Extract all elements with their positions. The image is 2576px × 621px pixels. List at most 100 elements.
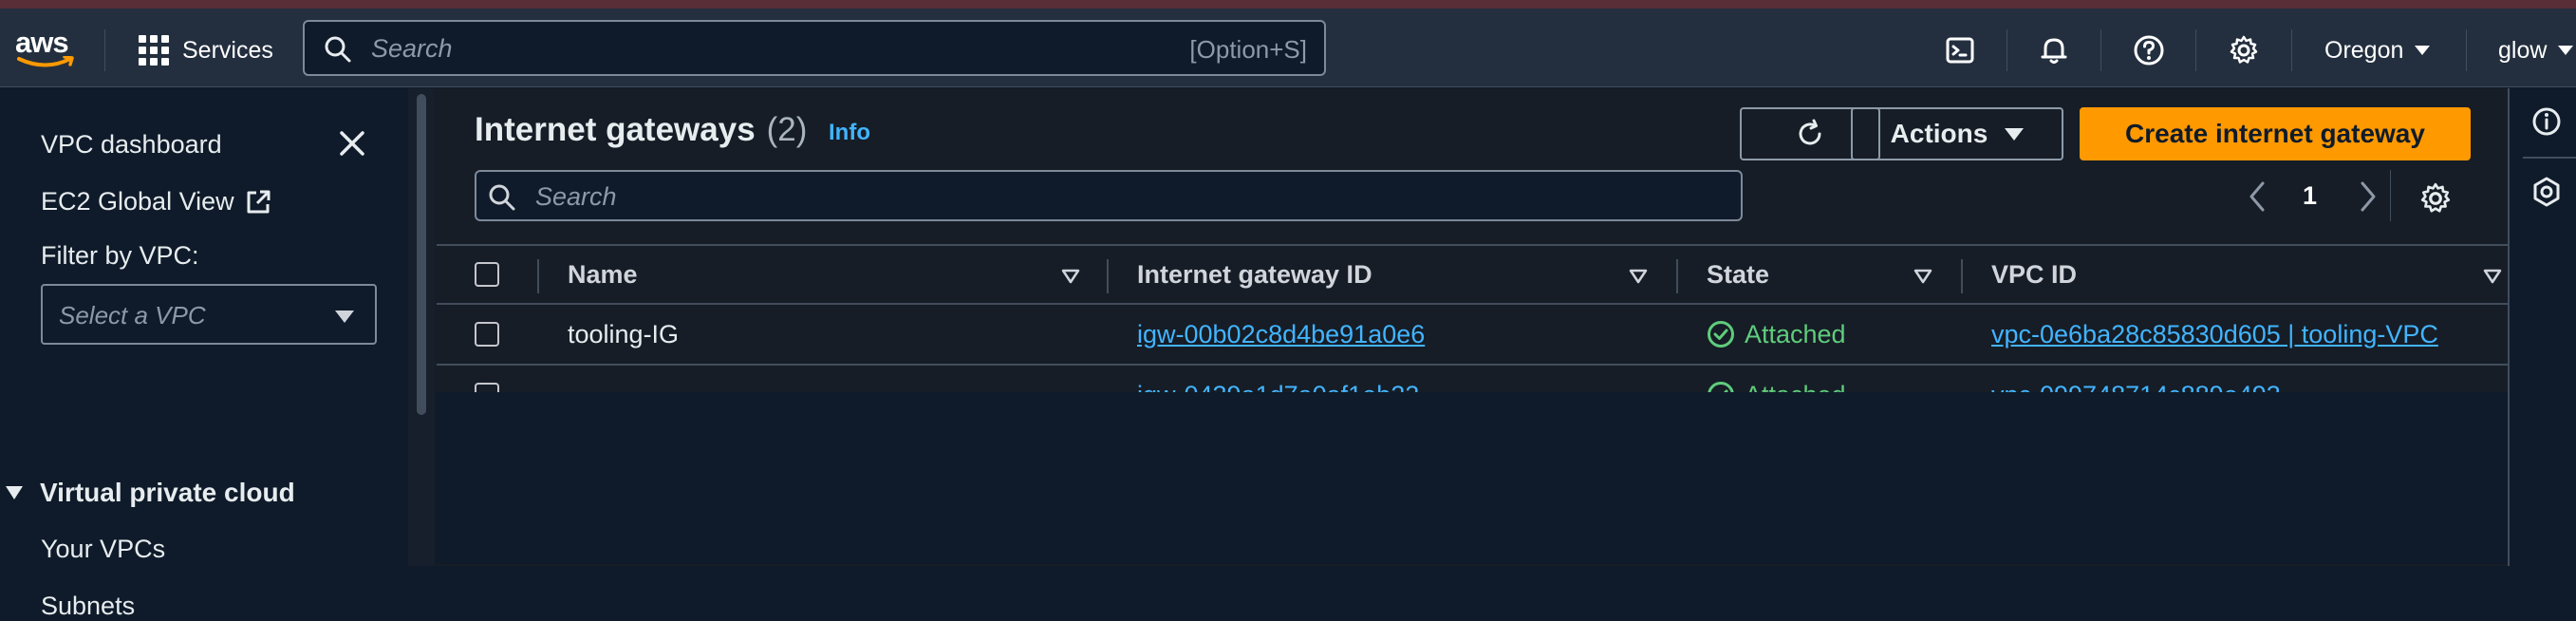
sidebar-scrollbar[interactable]	[408, 88, 435, 566]
next-page-button[interactable]	[2357, 176, 2380, 217]
gateway-name: tooling-IG	[568, 319, 680, 348]
actions-label: Actions	[1890, 119, 1988, 148]
table-preferences-button[interactable]	[2418, 178, 2453, 219]
column-header-state[interactable]: State	[1707, 246, 1769, 303]
search-icon	[325, 36, 351, 63]
sort-icon[interactable]	[1913, 269, 1932, 284]
success-check-icon	[1708, 321, 1734, 348]
caret-down-icon	[335, 310, 354, 323]
caret-down-icon	[6, 486, 23, 499]
cloudshell-button[interactable]	[1943, 33, 1977, 67]
region-selector[interactable]: Oregon	[2324, 29, 2431, 71]
table-empty-area	[435, 392, 2508, 564]
cloudshell-icon	[1946, 37, 1974, 64]
sort-icon[interactable]	[1629, 269, 1648, 284]
help-button[interactable]	[2132, 33, 2166, 67]
sort-icon[interactable]	[1061, 269, 1080, 284]
caret-down-icon	[2558, 46, 2574, 55]
previous-page-button[interactable]	[2246, 176, 2268, 217]
filter-by-vpc-label: Filter by VPC:	[41, 241, 199, 270]
sidebar-item-label: Subnets	[41, 592, 136, 620]
column-divider[interactable]	[1961, 259, 1963, 293]
current-page-number[interactable]: 1	[2303, 181, 2317, 211]
bell-icon	[2041, 38, 2067, 64]
table-row[interactable]: tooling-IG igw-00b02c8d4be91a0e6 Attache…	[437, 305, 2508, 366]
gear-icon	[2420, 182, 2451, 213]
side-navigation: VPC dashboard EC2 Global View Filter by …	[0, 88, 408, 620]
nav-divider	[2100, 29, 2101, 71]
column-divider[interactable]	[1676, 259, 1678, 293]
settings-button[interactable]	[2227, 33, 2261, 67]
sidebar-item-your-vpcs[interactable]: Your VPCs	[41, 535, 165, 564]
column-header-gateway-id[interactable]: Internet gateway ID	[1137, 246, 1372, 303]
external-link-icon	[247, 190, 271, 213]
section-label: Virtual private cloud	[40, 478, 295, 507]
grid-icon	[139, 35, 169, 66]
search-icon	[489, 184, 515, 211]
sidebar-item-label: Your VPCs	[41, 535, 166, 563]
vpc-dashboard-link[interactable]: VPC dashboard	[41, 130, 222, 160]
services-menu-button[interactable]: Services	[139, 29, 273, 71]
state-label: Attached	[1745, 319, 1846, 348]
create-internet-gateway-button[interactable]: Create internet gateway	[2080, 107, 2471, 160]
vpc-filter-select[interactable]: Select a VPC	[41, 284, 377, 345]
gateway-id-link[interactable]: igw-00b02c8d4be91a0e6	[1137, 305, 1425, 364]
column-divider	[537, 259, 539, 293]
pager-divider	[2390, 170, 2391, 221]
nav-divider	[2466, 29, 2467, 71]
vpc-filter-placeholder: Select a VPC	[59, 301, 206, 329]
account-menu[interactable]: glow	[2498, 29, 2574, 71]
actions-dropdown-button[interactable]: Actions	[1851, 107, 2063, 160]
aws-logo[interactable]: aws	[15, 26, 78, 73]
virtual-private-cloud-section[interactable]: Virtual private cloud	[6, 478, 295, 508]
refresh-icon	[1799, 119, 1821, 145]
account-label: glow	[2498, 36, 2548, 64]
column-header-name[interactable]: Name	[568, 246, 638, 303]
info-panel-icon[interactable]	[2530, 105, 2563, 138]
sidebar-item-subnets[interactable]: Subnets	[41, 592, 135, 621]
sort-icon[interactable]	[2483, 269, 2502, 284]
select-all-checkbox-cell	[475, 246, 499, 303]
top-navigation-bar: aws Services [Option+S]	[0, 9, 2576, 87]
table-search-box[interactable]	[475, 170, 1743, 221]
state-cell: Attached	[1707, 305, 1846, 364]
chevron-left-icon	[2249, 181, 2265, 212]
aws-smile-icon	[17, 56, 74, 67]
info-link[interactable]: Info	[829, 120, 870, 146]
services-label: Services	[182, 36, 273, 64]
nav-divider	[2195, 29, 2196, 71]
region-label: Oregon	[2324, 36, 2404, 64]
main-content: Internet gateways (2) Info Actions Creat…	[435, 88, 2510, 566]
page-title-text: Internet gateways	[475, 111, 756, 148]
gear-icon	[2230, 35, 2258, 64]
vpc-id-link[interactable]: vpc-0e6ba28c85830d605 | tooling-VPC	[1991, 305, 2438, 364]
caret-down-icon	[2415, 46, 2431, 55]
column-header-vpc-id[interactable]: VPC ID	[1991, 246, 2077, 303]
select-all-checkbox[interactable]	[475, 262, 499, 287]
right-utility-panel	[2508, 88, 2576, 566]
close-icon[interactable]	[337, 128, 367, 159]
column-divider[interactable]	[1107, 259, 1109, 293]
nav-divider	[104, 29, 105, 71]
nav-divider	[2291, 29, 2292, 71]
row-checkbox[interactable]	[475, 322, 499, 347]
ec2-global-view-label: EC2 Global View	[41, 187, 234, 216]
help-icon	[2134, 35, 2164, 66]
vpc-dashboard-label: VPC dashboard	[41, 130, 222, 159]
utility-divider	[2523, 157, 2576, 159]
table-search-input[interactable]	[535, 178, 1674, 216]
chevron-right-icon	[2361, 181, 2376, 212]
page-title: Internet gateways (2)	[475, 111, 807, 149]
settings-panel-icon[interactable]	[2530, 176, 2563, 208]
ec2-global-view-link[interactable]: EC2 Global View	[41, 187, 272, 216]
notifications-button[interactable]	[2037, 33, 2071, 67]
table-header-row: Name Internet gateway ID State VPC ID	[437, 244, 2508, 305]
scrollbar-thumb[interactable]	[417, 94, 426, 415]
global-search-box[interactable]: [Option+S]	[303, 20, 1326, 76]
search-shortcut-hint: [Option+S]	[1189, 35, 1307, 64]
item-count: (2)	[766, 111, 808, 148]
window-top-strip	[0, 0, 2576, 9]
caret-down-icon	[2005, 127, 2025, 141]
row-checkbox-cell	[475, 305, 499, 364]
global-search-input[interactable]	[371, 29, 1130, 67]
